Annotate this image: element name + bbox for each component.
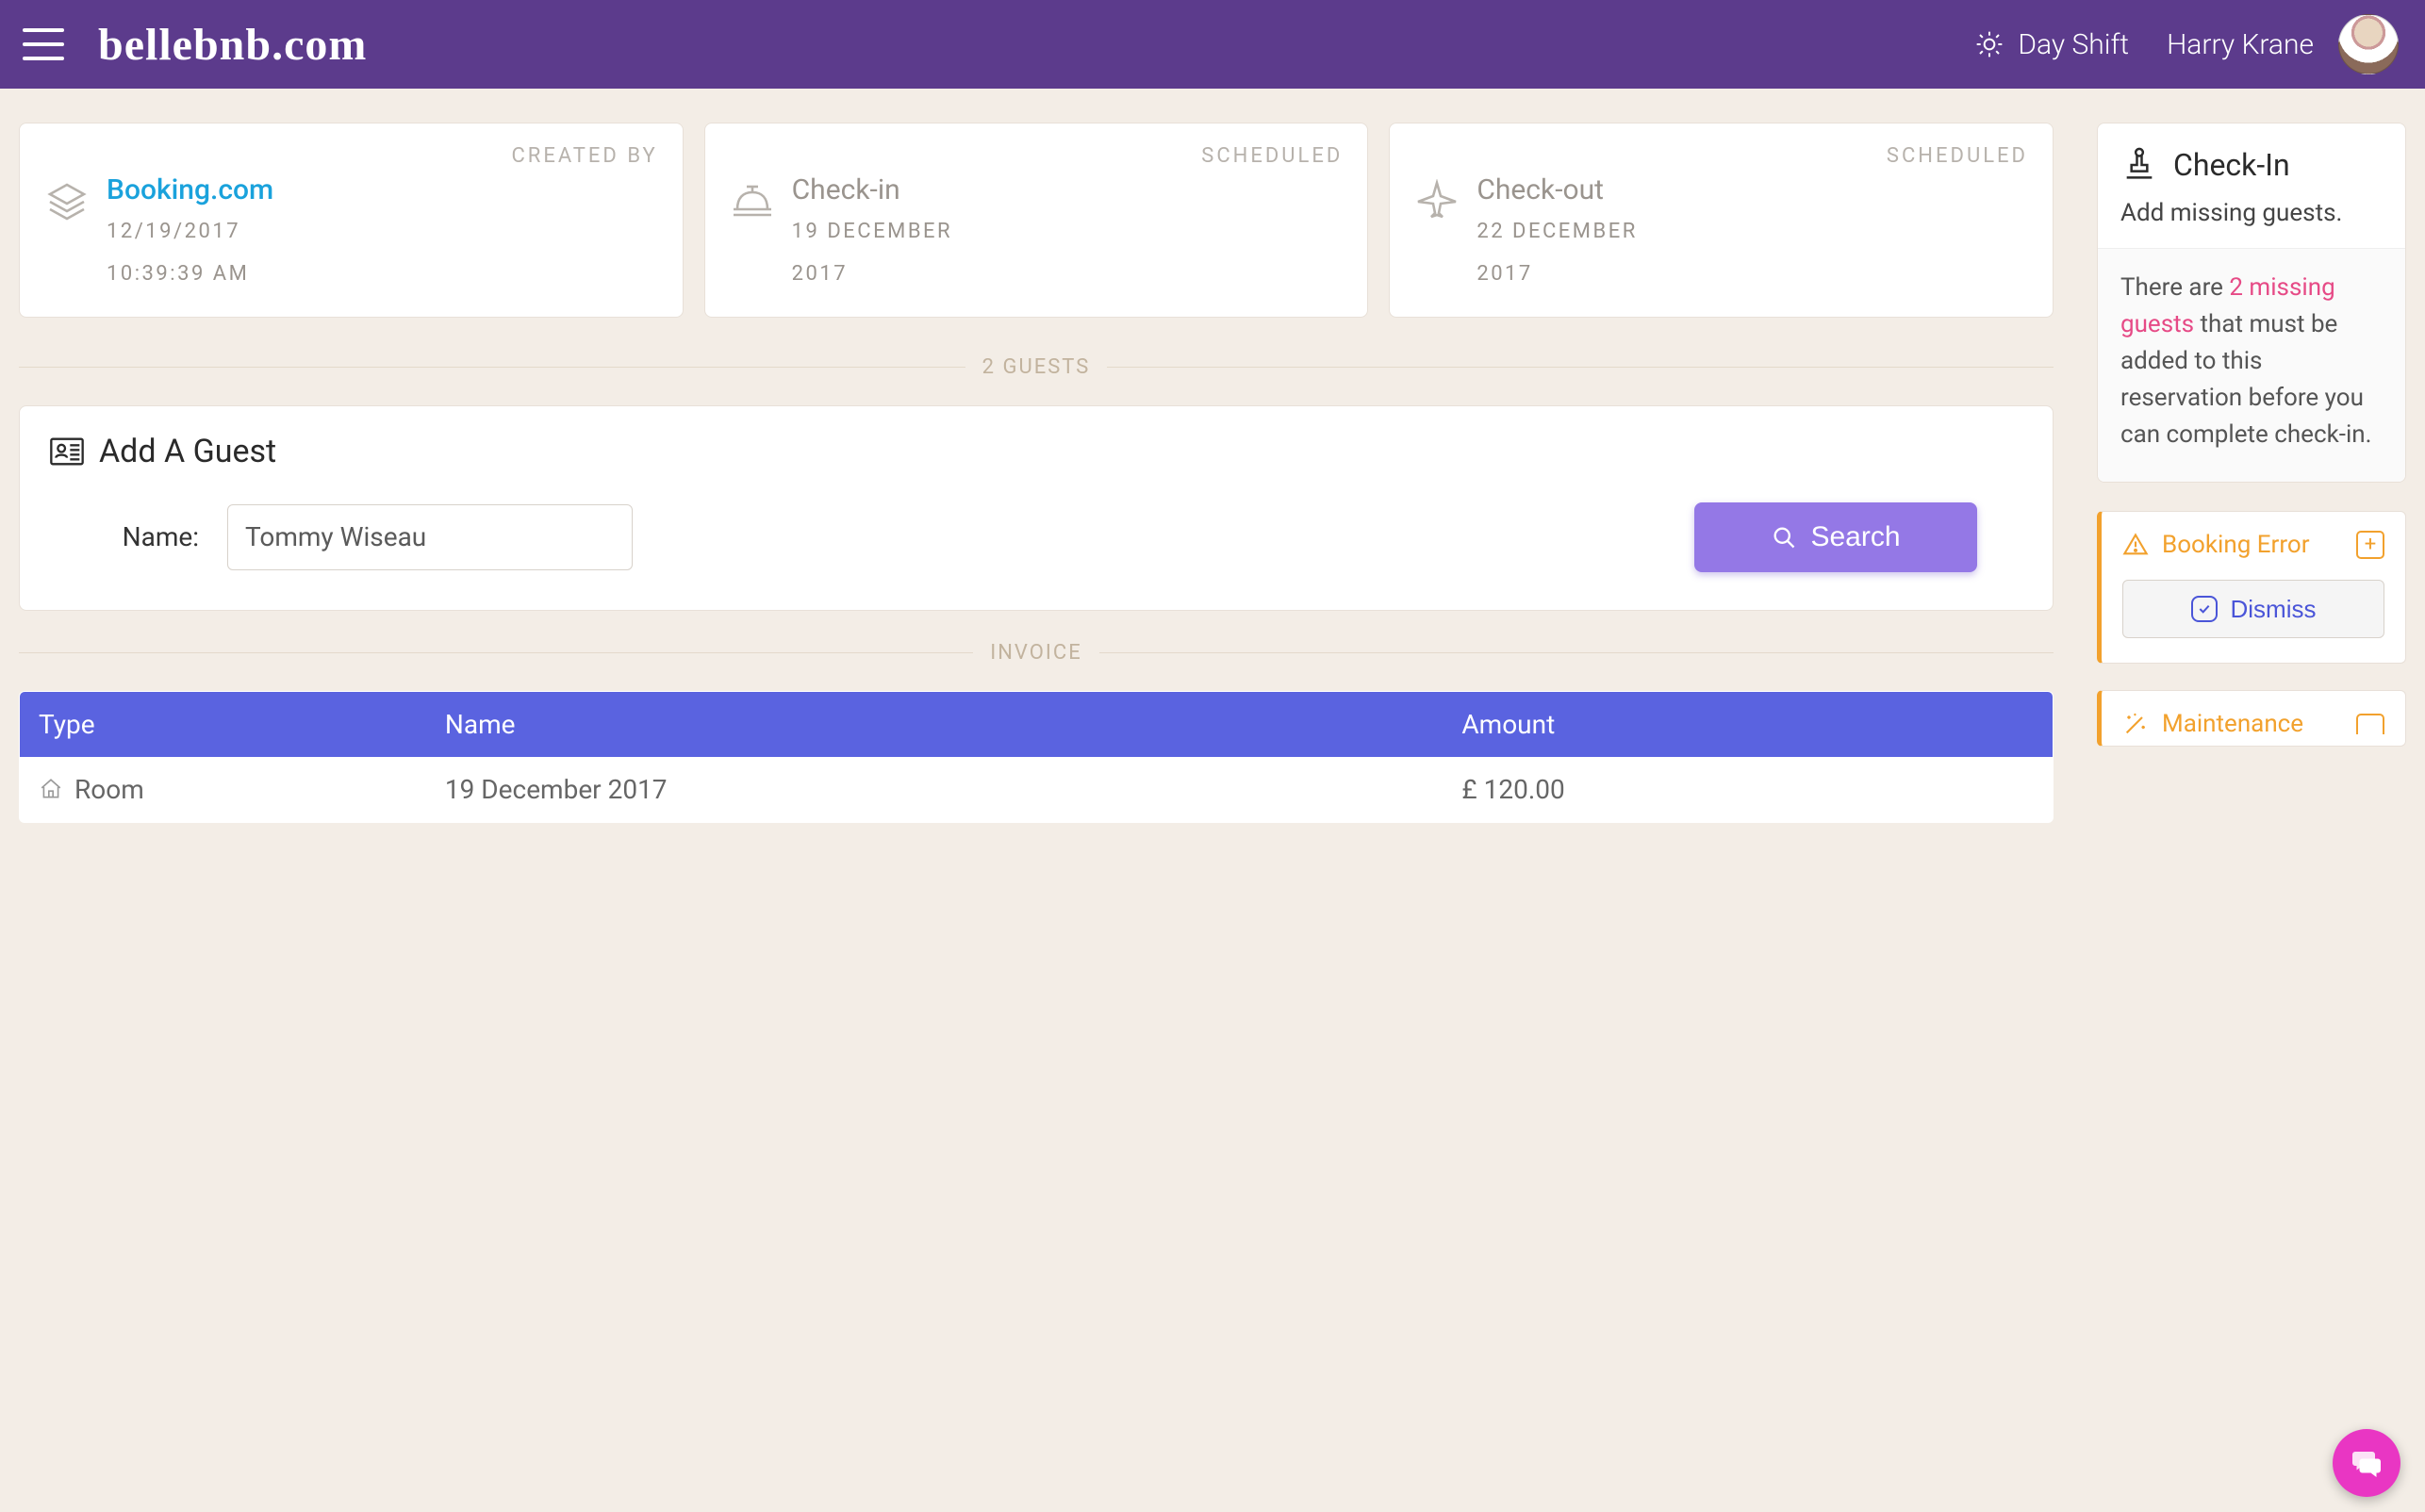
table-row: Room 19 December 2017 £ 120.00 — [20, 757, 2054, 823]
warning-icon — [2122, 532, 2149, 558]
checkout-title: Check-out — [1476, 173, 1637, 206]
th-amount: Amount — [1443, 691, 2053, 757]
topbar: bellebnb.com Day Shift Harry Krane — [0, 0, 2425, 89]
add-guest-panel: Add A Guest Name: Search — [19, 405, 2054, 611]
wand-icon — [2122, 711, 2149, 737]
shift-toggle[interactable]: Day Shift — [1974, 28, 2129, 61]
checkout-date2: 2017 — [1476, 256, 1637, 291]
layers-icon — [44, 179, 90, 224]
checkin-subtitle: Add missing guests. — [2098, 199, 2405, 248]
username[interactable]: Harry Krane — [2167, 28, 2314, 61]
chat-fab[interactable] — [2333, 1429, 2400, 1497]
sun-icon — [1974, 29, 2004, 59]
menu-icon[interactable] — [23, 28, 64, 60]
created-source[interactable]: Booking.com — [107, 173, 273, 206]
guests-divider: 2 GUESTS — [19, 355, 2054, 379]
checkout-date1: 22 DECEMBER — [1476, 214, 1637, 249]
th-type: Type — [20, 691, 426, 757]
search-button[interactable]: Search — [1694, 502, 1977, 572]
th-name: Name — [426, 691, 1443, 757]
side-column: Check-In Add missing guests. There are 2… — [2097, 123, 2406, 823]
id-card-icon — [48, 433, 86, 470]
bell-icon — [730, 179, 775, 224]
add-guest-title: Add A Guest — [99, 433, 276, 470]
card-checkout: SCHEDULED Check-out 22 DECEMBER 2017 — [1389, 123, 2054, 318]
checkin-date1: 19 DECEMBER — [792, 214, 952, 249]
checkin-message: There are 2 missing guests that must be … — [2098, 248, 2405, 482]
search-icon — [1771, 524, 1797, 551]
booking-error-title: Booking Error — [2162, 531, 2343, 559]
expand-button[interactable]: + — [2356, 531, 2384, 559]
created-time: 10:39:39 AM — [107, 256, 273, 291]
shift-label: Day Shift — [2018, 28, 2129, 61]
maintenance-title: Maintenance — [2162, 710, 2343, 738]
checkin-title: Check-In — [2173, 147, 2290, 183]
maintenance-card: Maintenance — [2097, 690, 2406, 747]
card-eyebrow: SCHEDULED — [1414, 144, 2028, 168]
dismiss-button[interactable]: Dismiss — [2122, 580, 2384, 638]
card-checkin: SCHEDULED Check-in 19 DECEMBER — [704, 123, 1369, 318]
name-label: Name: — [95, 521, 199, 552]
checkin-panel: Check-In Add missing guests. There are 2… — [2097, 123, 2406, 483]
card-eyebrow: CREATED BY — [44, 144, 658, 168]
avatar[interactable] — [2338, 14, 2399, 74]
chat-icon — [2350, 1446, 2384, 1480]
expand-button[interactable] — [2356, 714, 2384, 734]
card-created-by: CREATED BY Booking.com 12/19/2017 10:39:… — [19, 123, 684, 318]
plane-icon — [1414, 179, 1460, 224]
main-column: CREATED BY Booking.com 12/19/2017 10:39:… — [19, 123, 2054, 823]
stamp-icon — [2120, 144, 2158, 186]
invoice-divider: INVOICE — [19, 641, 2054, 665]
booking-error-card: Booking Error + Dismiss — [2097, 511, 2406, 664]
created-date: 12/19/2017 — [107, 214, 273, 249]
card-eyebrow: SCHEDULED — [730, 144, 1344, 168]
checkin-date2: 2017 — [792, 256, 952, 291]
logo[interactable]: bellebnb.com — [98, 19, 367, 71]
checkin-title: Check-in — [792, 173, 952, 206]
row-name: 19 December 2017 — [426, 757, 1443, 823]
house-icon — [39, 777, 63, 801]
invoice-table: Type Name Amount Room 19 Dece — [19, 691, 2054, 823]
summary-cards: CREATED BY Booking.com 12/19/2017 10:39:… — [19, 123, 2054, 318]
row-amount: £ 120.00 — [1443, 757, 2053, 823]
row-type: Room — [74, 774, 144, 805]
guest-name-input[interactable] — [227, 504, 633, 570]
check-icon — [2191, 596, 2218, 622]
